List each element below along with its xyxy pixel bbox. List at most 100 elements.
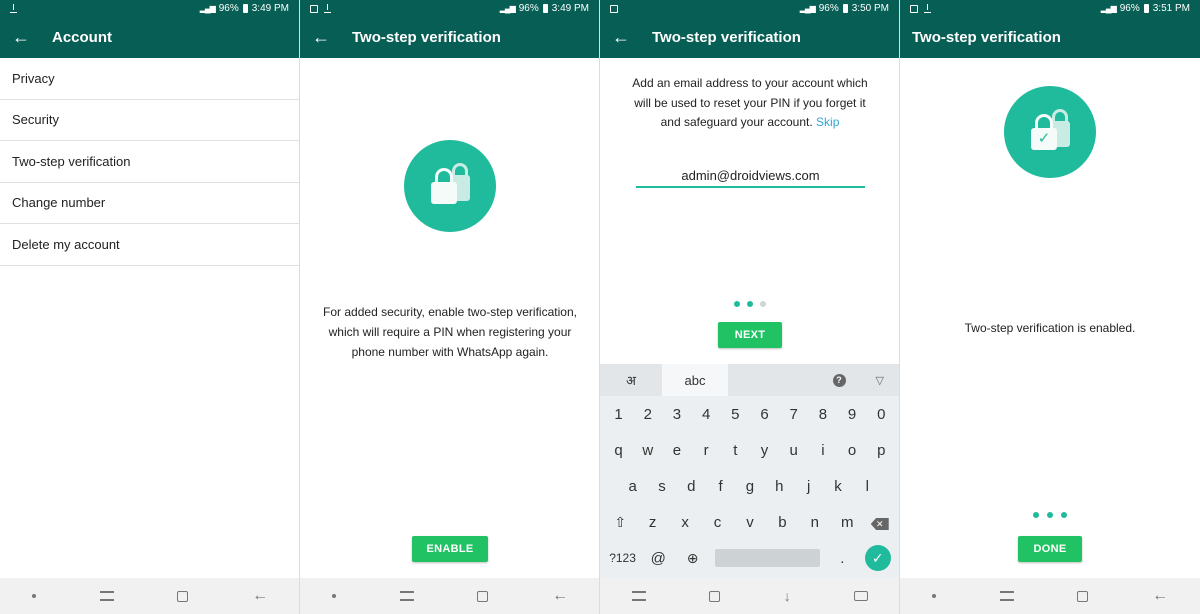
globe-icon[interactable]: ⊕ [681, 550, 705, 567]
enable-description: For added security, enable two-step veri… [300, 302, 599, 362]
key[interactable]: 1 [607, 406, 631, 423]
key[interactable]: f [709, 478, 733, 495]
skip-link[interactable]: Skip [816, 115, 839, 129]
system-nav-bar: ← [900, 578, 1200, 614]
nav-dot-icon[interactable] [331, 594, 336, 598]
key[interactable]: s [650, 478, 674, 495]
key[interactable]: b [770, 514, 794, 531]
key[interactable]: p [869, 442, 893, 459]
system-nav-bar: ↓ [600, 578, 899, 614]
collapse-keyboard-icon[interactable]: ▽ [876, 374, 884, 387]
recent-apps-icon[interactable] [999, 591, 1014, 601]
abc-tab[interactable]: abc [662, 364, 728, 396]
key[interactable]: 0 [869, 406, 893, 423]
back-arrow-icon[interactable]: ← [12, 27, 40, 48]
key[interactable]: h [767, 478, 791, 495]
key[interactable]: l [855, 478, 879, 495]
recent-apps-icon[interactable] [631, 591, 646, 601]
system-nav-bar: ← [300, 578, 599, 614]
page-title: Two-step verification [352, 29, 501, 46]
menu-item-change-number[interactable]: Change number [0, 183, 299, 224]
nav-back-icon[interactable]: ← [552, 587, 568, 605]
menu-item-security[interactable]: Security [0, 100, 299, 141]
enter-check-icon[interactable]: ✓ [864, 545, 891, 571]
battery-percent: 96% [1119, 3, 1140, 14]
nav-back-icon[interactable]: ← [252, 587, 268, 605]
done-button[interactable]: DONE [1018, 536, 1082, 562]
hindi-tab[interactable]: अ [600, 364, 662, 396]
nav-dot-icon[interactable] [931, 594, 936, 598]
space-key[interactable] [715, 549, 821, 567]
key[interactable]: c [706, 514, 730, 531]
backspace-icon[interactable]: ✕ [870, 518, 889, 530]
period-key[interactable]: . [830, 550, 854, 567]
key[interactable]: w [636, 442, 660, 459]
recent-apps-icon[interactable] [399, 591, 414, 601]
key[interactable]: 2 [636, 406, 660, 423]
key[interactable]: 8 [811, 406, 835, 423]
battery-percent: 96% [218, 3, 239, 14]
key[interactable]: i [811, 442, 835, 459]
status-bar: ▂▄▆ 96% 3:49 PM [0, 0, 299, 17]
key[interactable]: o [840, 442, 864, 459]
recent-apps-icon[interactable] [99, 591, 114, 601]
signal-icon: ▂▄▆ [1100, 4, 1117, 13]
key[interactable]: u [782, 442, 806, 459]
help-icon[interactable]: ? [832, 373, 846, 387]
hide-keyboard-icon[interactable]: ↓ [784, 588, 791, 604]
next-button[interactable]: NEXT [718, 322, 782, 348]
at-key[interactable]: @ [646, 550, 670, 567]
home-icon[interactable] [1077, 590, 1089, 602]
key[interactable]: q [607, 442, 631, 459]
battery-icon [1143, 4, 1149, 13]
shift-icon[interactable]: ⇧ [608, 514, 632, 531]
number-row: 1 2 3 4 5 6 7 8 9 0 [600, 396, 899, 432]
menu-item-privacy[interactable]: Privacy [0, 58, 299, 100]
description-line: Add an email address to your account whi… [632, 76, 868, 90]
key[interactable]: n [803, 514, 827, 531]
nav-dot-icon[interactable] [31, 594, 36, 598]
enable-button[interactable]: ENABLE [412, 536, 488, 562]
menu-item-two-step-verification[interactable]: Two-step verification [0, 141, 299, 183]
key[interactable]: k [826, 478, 850, 495]
back-arrow-icon[interactable]: ← [312, 27, 340, 48]
key[interactable]: 5 [723, 406, 747, 423]
screenshots-strip: ▂▄▆ 96% 3:49 PM ← Account Privacy Securi… [0, 0, 1200, 614]
home-icon[interactable] [709, 590, 721, 602]
page-title: Two-step verification [912, 29, 1061, 46]
keyboard-switch-icon[interactable] [854, 591, 869, 601]
key[interactable]: y [753, 442, 777, 459]
menu-item-delete-account[interactable]: Delete my account [0, 224, 299, 266]
asdf-row: a s d f g h j k l [600, 468, 899, 504]
home-icon[interactable] [177, 590, 189, 602]
zxcv-row: ⇧ z x c v b n m ✕ [600, 504, 899, 540]
key[interactable]: 9 [840, 406, 864, 423]
email-input[interactable]: admin@droidviews.com [636, 168, 865, 188]
loading-dots [900, 512, 1200, 518]
clock: 3:49 PM [551, 3, 589, 14]
enable-screen: ▂▄▆ 96% 3:49 PM ← Two-step verification … [300, 0, 600, 614]
key[interactable]: z [641, 514, 665, 531]
back-arrow-icon[interactable]: ← [612, 27, 640, 48]
key[interactable]: 3 [665, 406, 689, 423]
key[interactable]: 6 [753, 406, 777, 423]
key[interactable]: 7 [782, 406, 806, 423]
key[interactable]: m [835, 514, 859, 531]
key[interactable]: x [673, 514, 697, 531]
battery-icon [542, 4, 548, 13]
symbols-key[interactable]: ?123 [609, 551, 636, 565]
key[interactable]: v [738, 514, 762, 531]
nav-back-icon[interactable]: ← [1152, 587, 1168, 605]
key[interactable]: r [694, 442, 718, 459]
soft-keyboard: अ abc ? ▽ 1 2 3 4 5 6 7 8 9 0 q w e r t … [600, 364, 899, 578]
home-icon[interactable] [477, 590, 489, 602]
key[interactable]: t [723, 442, 747, 459]
key[interactable]: a [621, 478, 645, 495]
status-bar: ▂▄▆ 96% 3:49 PM [300, 0, 599, 17]
key[interactable]: d [679, 478, 703, 495]
key[interactable]: g [738, 478, 762, 495]
key[interactable]: 4 [694, 406, 718, 423]
signal-icon: ▂▄▆ [199, 4, 216, 13]
key[interactable]: e [665, 442, 689, 459]
key[interactable]: j [797, 478, 821, 495]
